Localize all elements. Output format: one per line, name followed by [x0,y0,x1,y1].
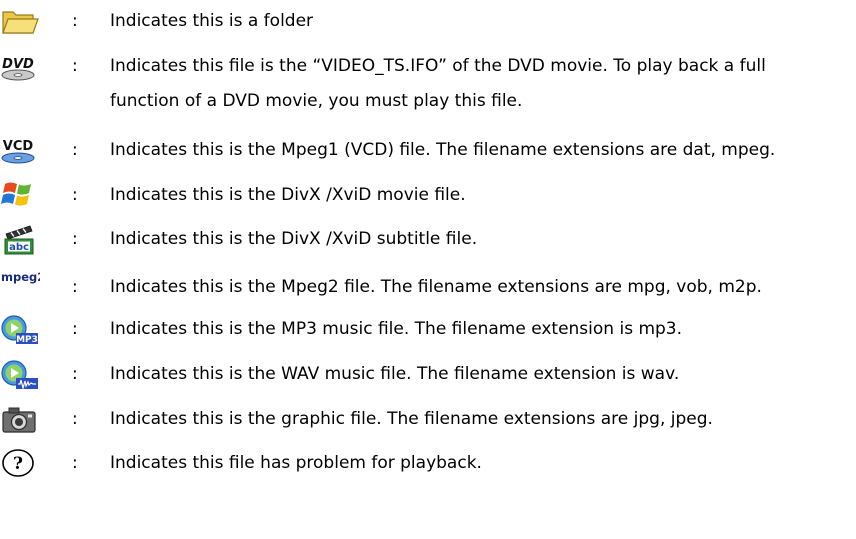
separator-colon: : [72,364,78,384]
question-icon: ? [0,448,40,480]
separator-colon: : [72,185,78,205]
description-text: Indicates this is the Mpeg1 (VCD) file. … [110,133,856,168]
description-line: Indicates this is the MP3 music file. Th… [110,319,683,339]
folder-icon [0,6,40,38]
separator-colon: : [72,140,78,160]
description-text: Indicates this is the Mpeg2 file. The fi… [110,270,856,305]
description-text: Indicates this is the WAV music file. Th… [110,357,856,392]
description-line: Indicates this is the Mpeg1 (VCD) file. … [110,140,776,160]
separator-colon: : [72,56,78,76]
dvd-icon: DVD [0,53,40,85]
description-line: Indicates this is a folder [110,11,314,31]
svg-text:abc: abc [9,242,29,253]
description-line: Indicates this is the DivX /XviD movie f… [110,185,466,205]
camera-icon [0,404,40,436]
description-line: Indicates this is the graphic file. The … [110,409,713,429]
description-text: Indicates this is the DivX /XviD movie f… [110,178,856,213]
description-line: function of a DVD movie, you must play t… [110,91,523,111]
windows-logo-icon [0,178,40,210]
description-text: Indicates this is the graphic file. The … [110,402,856,437]
description-line: Indicates this is the Mpeg2 file. The fi… [110,277,762,297]
description-line: Indicates this file is the “VIDEO_TS.IFO… [110,56,766,76]
separator-colon: : [72,277,78,297]
separator-colon: : [72,409,78,429]
separator-colon: : [72,319,78,339]
description-text: Indicates this is the DivX /XviD subtitl… [110,222,856,257]
svg-text:?: ? [13,454,23,474]
description-text: Indicates this is the MP3 music file. Th… [110,312,856,347]
subtitle-abc-icon: abc [0,224,40,256]
description-line: Indicates this file has problem for play… [110,453,482,473]
description-line: Indicates this is the WAV music file. Th… [110,364,680,384]
wav-play-icon [0,359,40,391]
mp3-play-icon: MP3 [0,314,40,346]
description-text: Indicates this is a folder [110,4,856,39]
separator-colon: : [72,453,78,473]
description-text: Indicates this file has problem for play… [110,446,856,481]
svg-text:MP3: MP3 [16,335,38,345]
svg-text:VCD: VCD [3,139,34,154]
vcd-icon: VCD [0,135,40,167]
svg-text:mpeg2: mpeg2 [1,270,40,284]
separator-colon: : [72,11,78,31]
svg-text:DVD: DVD [2,57,34,72]
mpeg2-icon: mpeg2 [0,268,40,300]
separator-colon: : [72,229,78,249]
description-line: Indicates this is the DivX /XviD subtitl… [110,229,478,249]
description-text: Indicates this file is the “VIDEO_TS.IFO… [110,49,856,119]
